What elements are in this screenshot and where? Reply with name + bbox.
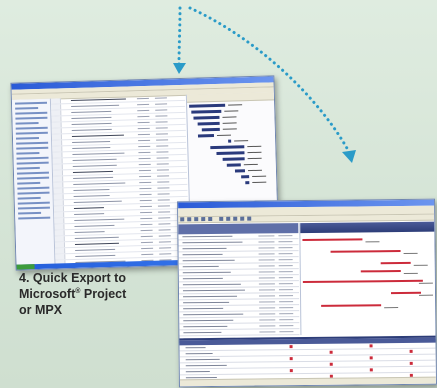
gantt-bar [222, 157, 245, 161]
gantt-bar [210, 145, 245, 150]
gantt-bar [201, 127, 220, 132]
schedule-bar [302, 238, 363, 242]
schedule-bar-label [413, 264, 428, 266]
caption-line-3: or MPX [19, 303, 63, 317]
arrow-head-project [173, 63, 186, 74]
gantt-bar [216, 151, 245, 155]
schedule-bar-label [365, 241, 380, 243]
gantt-bar-label [234, 140, 249, 142]
schedule-bar-label [419, 294, 434, 296]
gantt-bar [228, 139, 232, 143]
gantt-bar-label [247, 151, 262, 154]
caption-line-2: Microsoft® Project [19, 286, 179, 302]
schedule-window-screenshot [177, 198, 437, 388]
schedule-timeline [299, 221, 436, 336]
schedule-bar-label [418, 282, 433, 284]
gantt-bar-label [222, 116, 237, 118]
gantt-bar [191, 109, 222, 114]
schedule-bar-label [403, 272, 418, 274]
gantt-bar-label [243, 163, 258, 166]
gantt-bar [197, 134, 215, 138]
gantt-bar [197, 121, 220, 126]
gantt-bar [193, 115, 220, 120]
schedule-bar [321, 304, 382, 307]
gantt-bar [241, 175, 250, 179]
feature-caption: 4. Quick Export to Microsoft® Project or… [19, 270, 179, 318]
arrow-to-project-window [177, 6, 182, 66]
schedule-bar-label [403, 252, 418, 254]
caption-microsoft: Microsoft [19, 287, 76, 301]
gantt-bar [226, 163, 241, 167]
schedule-bar [360, 270, 401, 273]
schedule-task-table [178, 223, 300, 349]
schedule-bar-label [384, 307, 399, 309]
gantt-bar [189, 103, 226, 108]
arrow-head-schedule [342, 150, 356, 163]
gantt-bar-label [252, 175, 267, 178]
schedule-status-bar [179, 376, 436, 387]
schedule-resource-panel [179, 335, 436, 388]
gantt-bar-label [247, 157, 262, 160]
schedule-bar [390, 291, 422, 295]
gantt-bar [234, 169, 246, 173]
caption-project: Project [80, 287, 127, 301]
gantt-bar-label [247, 169, 262, 172]
gantt-bar-label [216, 134, 231, 136]
gantt-bar-label [252, 181, 267, 184]
schedule-bar [380, 261, 411, 265]
gantt-bar-label [247, 145, 262, 148]
gantt-bar-label [222, 128, 237, 130]
gantt-bar-label [222, 122, 237, 124]
gantt-bar-label [228, 104, 243, 106]
schedule-bar [330, 250, 401, 253]
gantt-bar-label [224, 110, 239, 112]
gantt-bar [245, 181, 250, 185]
caption-line-1: 4. Quick Export to [19, 271, 126, 285]
schedule-bar [302, 279, 423, 284]
project-task-grid [50, 94, 190, 267]
project-task-pane [11, 98, 56, 265]
